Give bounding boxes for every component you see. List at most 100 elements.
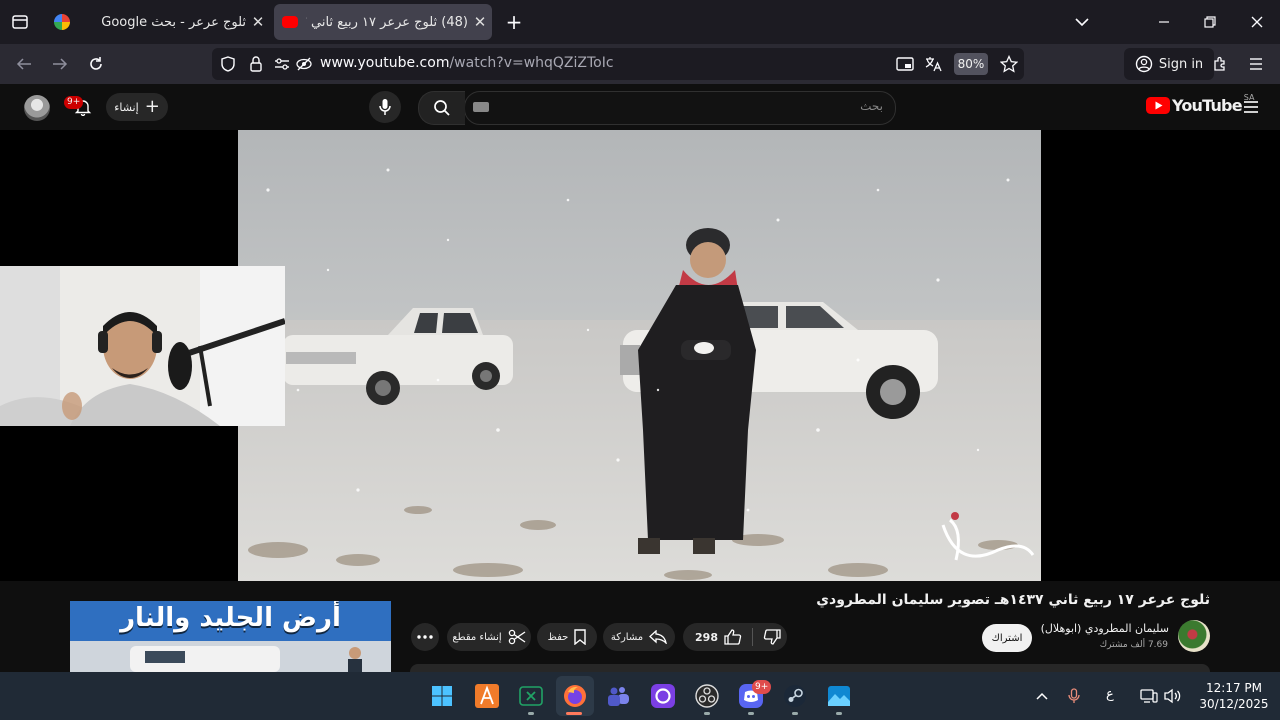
- photos-icon[interactable]: [825, 682, 853, 710]
- permissions-icon[interactable]: [272, 54, 292, 74]
- start-windows-icon[interactable]: [428, 682, 456, 710]
- tab-youtube-video[interactable]: (48) ثلوج عرعر ١٧ ربيع ثاني ١٤٣٧هـ ✕: [274, 4, 492, 40]
- close-tab-button[interactable]: ✕: [246, 13, 270, 31]
- channel-name[interactable]: سليمان المطرودي (ابوهلال): [1041, 622, 1169, 635]
- create-label: إنشاء: [114, 100, 139, 114]
- minimize-icon[interactable]: [1152, 10, 1176, 34]
- recommended-thumbnail[interactable]: أرض الجليد والنار: [70, 601, 391, 672]
- forward-icon[interactable]: [48, 52, 72, 76]
- save-button[interactable]: حفظ: [537, 623, 597, 651]
- bookmark-icon: [574, 629, 587, 645]
- volume-icon[interactable]: [1162, 686, 1184, 706]
- discord-running-dot: [748, 712, 754, 715]
- photos-running-dot: [836, 712, 842, 715]
- url-domain: www.youtube.com: [320, 55, 450, 71]
- url-path: /watch?v=whqQZiZToIc: [449, 55, 614, 71]
- clip-label: إنشاء مقطع: [452, 631, 502, 643]
- shield-icon[interactable]: [218, 54, 238, 74]
- thumbs-down-icon[interactable]: [763, 629, 781, 645]
- scissors-icon: [508, 629, 526, 645]
- tracking-blocked-icon[interactable]: [294, 54, 314, 74]
- more-actions-button[interactable]: [411, 623, 439, 651]
- steam-icon[interactable]: [781, 682, 809, 710]
- new-tab-button[interactable]: +: [502, 10, 526, 34]
- firefox-active-dot: [566, 712, 582, 715]
- share-button[interactable]: مشاركة: [603, 623, 675, 651]
- notification-badge: 9+: [64, 96, 84, 109]
- video-title: ثلوج عرعر ١٧ ربيع ثاني ١٤٣٧هـ تصوير سليم…: [816, 592, 1210, 608]
- clock[interactable]: 12:17 PM 30/12/2025: [1196, 680, 1272, 712]
- close-window-icon[interactable]: [1245, 10, 1269, 34]
- network-icon[interactable]: [1138, 686, 1160, 706]
- close-tab-button[interactable]: ✕: [468, 13, 492, 31]
- subscribe-button[interactable]: اشتراك: [982, 624, 1032, 652]
- tab-title: ثلوج عرعر - بحث Google: [101, 14, 246, 30]
- excel-running-dot: [528, 712, 534, 715]
- webcam-scene: [0, 266, 285, 426]
- youtube-logo[interactable]: YouTube SA: [1146, 93, 1254, 115]
- bookmark-star-icon[interactable]: [998, 54, 1020, 74]
- youtube-icon: [282, 16, 298, 28]
- reload-icon[interactable]: [84, 52, 108, 76]
- plus-icon: +: [144, 96, 160, 117]
- excel-icon[interactable]: [517, 682, 545, 710]
- like-divider: [751, 628, 753, 646]
- teams-icon[interactable]: [605, 682, 633, 710]
- more-dots-icon: [417, 635, 433, 639]
- discord-badge: 9+: [752, 680, 772, 694]
- webcam-overlay: [0, 266, 285, 426]
- menu-icon[interactable]: [1244, 54, 1268, 74]
- avatar[interactable]: [24, 95, 50, 121]
- list-tabs-icon[interactable]: [1070, 10, 1094, 34]
- tab-overview-icon[interactable]: [8, 10, 32, 34]
- microphone-icon: [379, 99, 391, 115]
- app-launcher-icon[interactable]: [473, 682, 501, 710]
- save-label: حفظ: [547, 631, 569, 643]
- create-button[interactable]: إنشاء +: [106, 93, 168, 121]
- video-snow-scene: [238, 130, 1041, 581]
- like-button[interactable]: 298: [689, 629, 742, 645]
- channel-avatar[interactable]: [1178, 620, 1210, 652]
- clip-button[interactable]: إنشاء مقطع: [447, 623, 531, 651]
- like-count: 298: [695, 630, 718, 644]
- search-box[interactable]: بحث: [464, 91, 896, 125]
- url-text[interactable]: www.youtube.com/watch?v=whqQZiZToIc: [320, 55, 614, 71]
- sign-in-label: Sign in: [1158, 56, 1204, 72]
- search-button[interactable]: [418, 91, 465, 125]
- clock-time: 12:17 PM: [1206, 681, 1262, 695]
- back-icon[interactable]: [12, 52, 36, 76]
- obs-icon[interactable]: [693, 682, 721, 710]
- share-arrow-icon: [649, 630, 668, 644]
- thumbnail-title: أرض الجليد والنار: [120, 603, 341, 633]
- clock-date: 30/12/2025: [1199, 697, 1269, 711]
- voice-search-button[interactable]: [369, 91, 401, 123]
- keyboard-icon[interactable]: [473, 102, 489, 112]
- tab-title: (48) ثلوج عرعر ١٧ ربيع ثاني ١٤٣٧هـ: [306, 14, 468, 30]
- search-icon: [434, 100, 450, 116]
- thumbs-up-icon: [724, 629, 742, 645]
- microphone-tray-icon[interactable]: [1064, 686, 1084, 706]
- lock-icon[interactable]: [246, 54, 266, 74]
- steam-running-dot: [792, 712, 798, 715]
- obs-running-dot: [704, 712, 710, 715]
- extensions-icon[interactable]: [1208, 54, 1232, 74]
- input-language[interactable]: ع: [1106, 687, 1114, 702]
- youtube-play-icon: [1146, 97, 1170, 114]
- sign-in-button[interactable]: Sign in: [1124, 48, 1214, 80]
- tab-google-search[interactable]: ثلوج عرعر - بحث Google ✕: [46, 4, 270, 40]
- translate-icon[interactable]: [922, 54, 944, 74]
- zoom-indicator[interactable]: 80%: [954, 53, 988, 75]
- firefox-icon[interactable]: [561, 682, 589, 710]
- picture-in-picture-icon[interactable]: [894, 54, 916, 74]
- search-input[interactable]: بحث: [860, 99, 883, 113]
- youtube-logo-text: YouTube: [1172, 96, 1243, 115]
- subscriber-count: 7.69 ألف مشترك: [1099, 640, 1168, 650]
- description-box[interactable]: [410, 664, 1210, 672]
- circle-app-icon[interactable]: [649, 682, 677, 710]
- restore-icon[interactable]: [1198, 10, 1222, 34]
- account-icon: [1135, 55, 1153, 73]
- chevron-up-icon[interactable]: [1032, 686, 1052, 706]
- like-dislike-group: 298: [683, 623, 787, 651]
- windows-taskbar: [0, 672, 1280, 720]
- video-frame[interactable]: [238, 130, 1041, 581]
